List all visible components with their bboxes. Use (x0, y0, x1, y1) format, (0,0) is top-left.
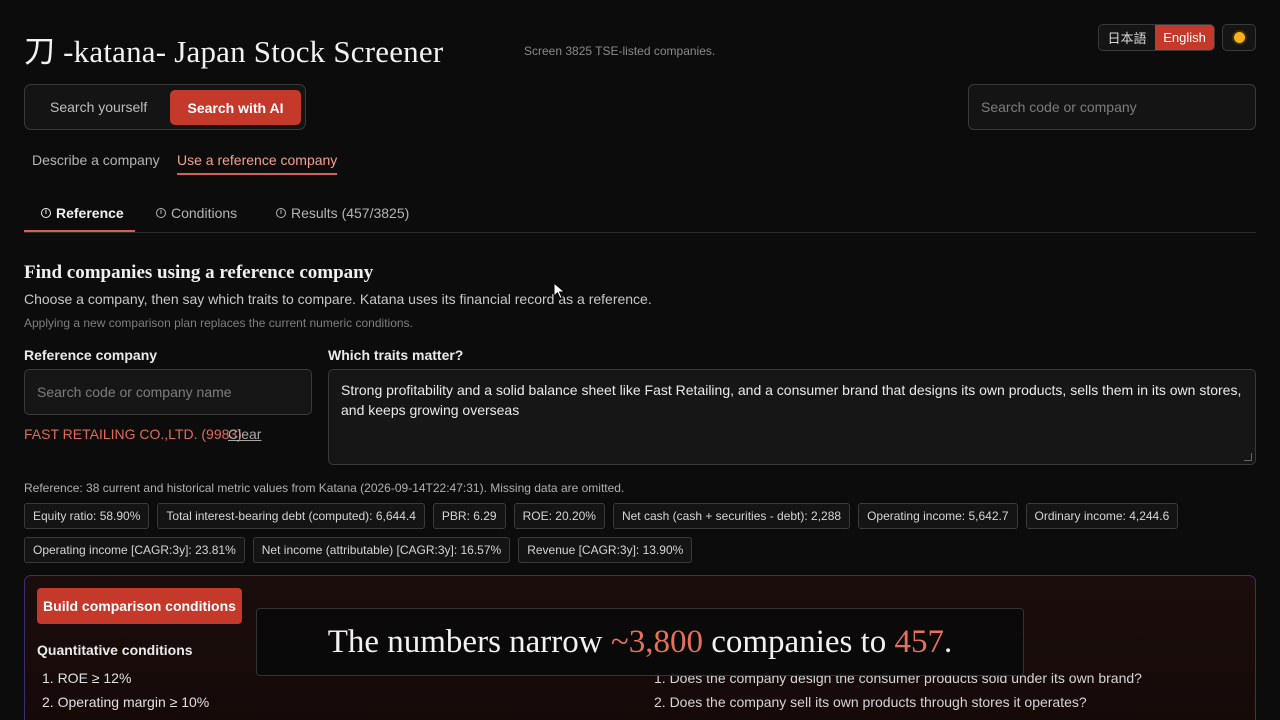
clear-reference-link[interactable]: Clear (228, 426, 261, 442)
search-with-ai-button[interactable]: Search with AI (170, 90, 301, 125)
metric-chip: Operating income: 5,642.7 (858, 503, 1018, 529)
quantitative-conditions-title: Quantitative conditions (37, 642, 193, 658)
caption-text: companies to (702, 623, 895, 660)
lang-english-button[interactable]: English (1155, 25, 1214, 50)
video-caption: The numbers narrow ~3,800 companies to 4… (256, 608, 1024, 676)
section-title: Find companies using a reference company (24, 262, 374, 283)
step-label: Conditions (171, 205, 238, 221)
metric-chips: Equity ratio: 58.90% Total interest-bear… (24, 503, 1256, 563)
caption-highlight: ~3,800 (610, 623, 703, 660)
reference-meta: Reference: 38 current and historical met… (24, 481, 625, 495)
sun-icon (1233, 32, 1245, 43)
app-subtitle: Screen 3825 TSE-listed companies. (524, 44, 716, 58)
metric-chip: Total interest-bearing debt (computed): … (157, 503, 425, 529)
step-tab-results[interactable]: i Results (457/3825) (276, 205, 409, 221)
app-title: 刀 -katana- Japan Stock Screener (24, 34, 444, 69)
theme-toggle-button[interactable] (1222, 24, 1256, 51)
build-comparison-button[interactable]: Build comparison conditions (37, 588, 242, 624)
search-mode-switch: Search yourself Search with AI (24, 84, 306, 130)
active-step-indicator (24, 230, 135, 232)
metric-chip: PBR: 6.29 (432, 503, 506, 529)
info-icon: i (156, 208, 166, 218)
metric-chip: Net cash (cash + securities - debt): 2,2… (612, 503, 851, 529)
step-label: Reference (56, 205, 124, 221)
quantitative-condition-item: 1. ROE ≥ 12% (42, 670, 132, 686)
steps-divider (24, 232, 1256, 233)
section-note: Applying a new comparison plan replaces … (24, 316, 413, 330)
info-icon: i (276, 208, 286, 218)
caption-text: . (944, 623, 953, 660)
tab-reference-company[interactable]: Use a reference company (177, 152, 338, 175)
step-tab-conditions[interactable]: i Conditions (156, 205, 237, 221)
info-icon: i (41, 208, 51, 218)
metric-chip: Revenue [CAGR:3y]: 13.90% (518, 537, 693, 563)
metric-chip: Equity ratio: 58.90% (24, 503, 150, 529)
metric-chip: Ordinary income: 4,244.6 (1025, 503, 1179, 529)
step-label: Results (457/3825) (291, 205, 410, 221)
search-yourself-button[interactable]: Search yourself (50, 99, 147, 115)
metric-chip: Operating income [CAGR:3y]: 23.81% (24, 537, 245, 563)
step-tab-reference[interactable]: i Reference (41, 205, 124, 221)
selected-reference-company: FAST RETAILING CO.,LTD. (9983) (24, 426, 242, 442)
mouse-cursor-icon (553, 282, 566, 300)
language-switcher: 日本語 English (1098, 24, 1215, 51)
qualitative-question-item: 2. Does the company sell its own product… (654, 694, 1087, 710)
caption-highlight: 457 (894, 623, 945, 660)
reference-company-input[interactable] (24, 369, 312, 415)
lang-japanese-button[interactable]: 日本語 (1099, 25, 1156, 50)
resize-handle-icon[interactable] (1244, 453, 1252, 461)
reference-company-label: Reference company (24, 347, 158, 363)
metric-chip: Net income (attributable) [CAGR:3y]: 16.… (252, 537, 511, 563)
traits-label: Which traits matter? (328, 347, 464, 363)
quantitative-condition-item: 2. Operating margin ≥ 10% (42, 694, 210, 710)
caption-text: The numbers narrow (327, 623, 611, 660)
traits-text: Strong profitability and a solid balance… (341, 382, 1242, 418)
tab-describe-company[interactable]: Describe a company (32, 152, 160, 168)
company-search-input[interactable] (968, 84, 1256, 130)
metric-chip: ROE: 20.20% (513, 503, 605, 529)
traits-textarea[interactable]: Strong profitability and a solid balance… (328, 369, 1256, 465)
